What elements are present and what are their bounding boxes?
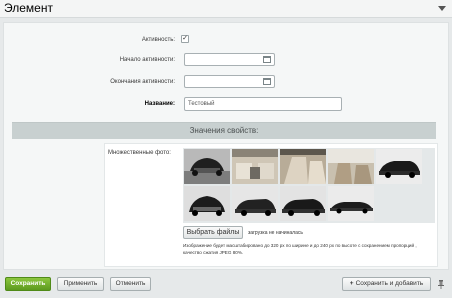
thumbnail-grid xyxy=(183,148,435,223)
start-date-input[interactable] xyxy=(184,53,275,66)
photo-thumbnail[interactable] xyxy=(232,186,278,221)
select-files-button[interactable]: Выбрать файлы xyxy=(183,226,243,239)
end-date-input[interactable] xyxy=(184,75,275,88)
plus-icon: + xyxy=(349,280,354,287)
photo-thumbnail[interactable] xyxy=(280,149,326,184)
photo-thumbnail[interactable] xyxy=(184,149,230,184)
upload-status: загрузка не начиналась xyxy=(248,230,303,236)
name-input[interactable]: Тестовый xyxy=(184,97,342,111)
photos-label: Множественные фото: xyxy=(108,150,171,156)
collapse-arrow-icon[interactable] xyxy=(438,6,446,11)
window-header: Элемент xyxy=(0,0,452,18)
calendar-icon[interactable] xyxy=(263,78,271,85)
properties-section-bar: Значения свойств: xyxy=(12,122,436,139)
photo-thumbnail[interactable] xyxy=(232,149,278,184)
photo-thumbnail[interactable] xyxy=(328,186,374,221)
page-title: Элемент xyxy=(4,1,53,15)
photo-thumbnail[interactable] xyxy=(184,186,230,221)
name-label: Название: xyxy=(144,101,175,107)
save-button[interactable]: Сохранить xyxy=(5,277,51,291)
photo-thumbnail[interactable] xyxy=(280,186,326,221)
section-title: Значения свойств: xyxy=(189,126,259,135)
end-date-label: Окончания активности: xyxy=(110,79,175,85)
save-and-add-label: Сохранить и добавить xyxy=(355,280,424,287)
cancel-button[interactable]: Отменить xyxy=(110,277,151,291)
active-checkbox[interactable]: ✓ xyxy=(181,35,189,43)
save-and-add-button[interactable]: + Сохранить и добавить xyxy=(342,277,431,291)
calendar-icon[interactable] xyxy=(263,56,271,63)
active-label: Активность: xyxy=(141,37,175,43)
start-date-label: Начало активности: xyxy=(119,57,175,63)
photo-thumbnail[interactable] xyxy=(328,149,374,184)
resize-note: Изображение будет масштабировано до 320 … xyxy=(183,243,417,255)
pin-icon[interactable] xyxy=(438,280,444,289)
photo-thumbnail[interactable] xyxy=(376,149,422,184)
apply-button[interactable]: Применить xyxy=(57,277,104,291)
